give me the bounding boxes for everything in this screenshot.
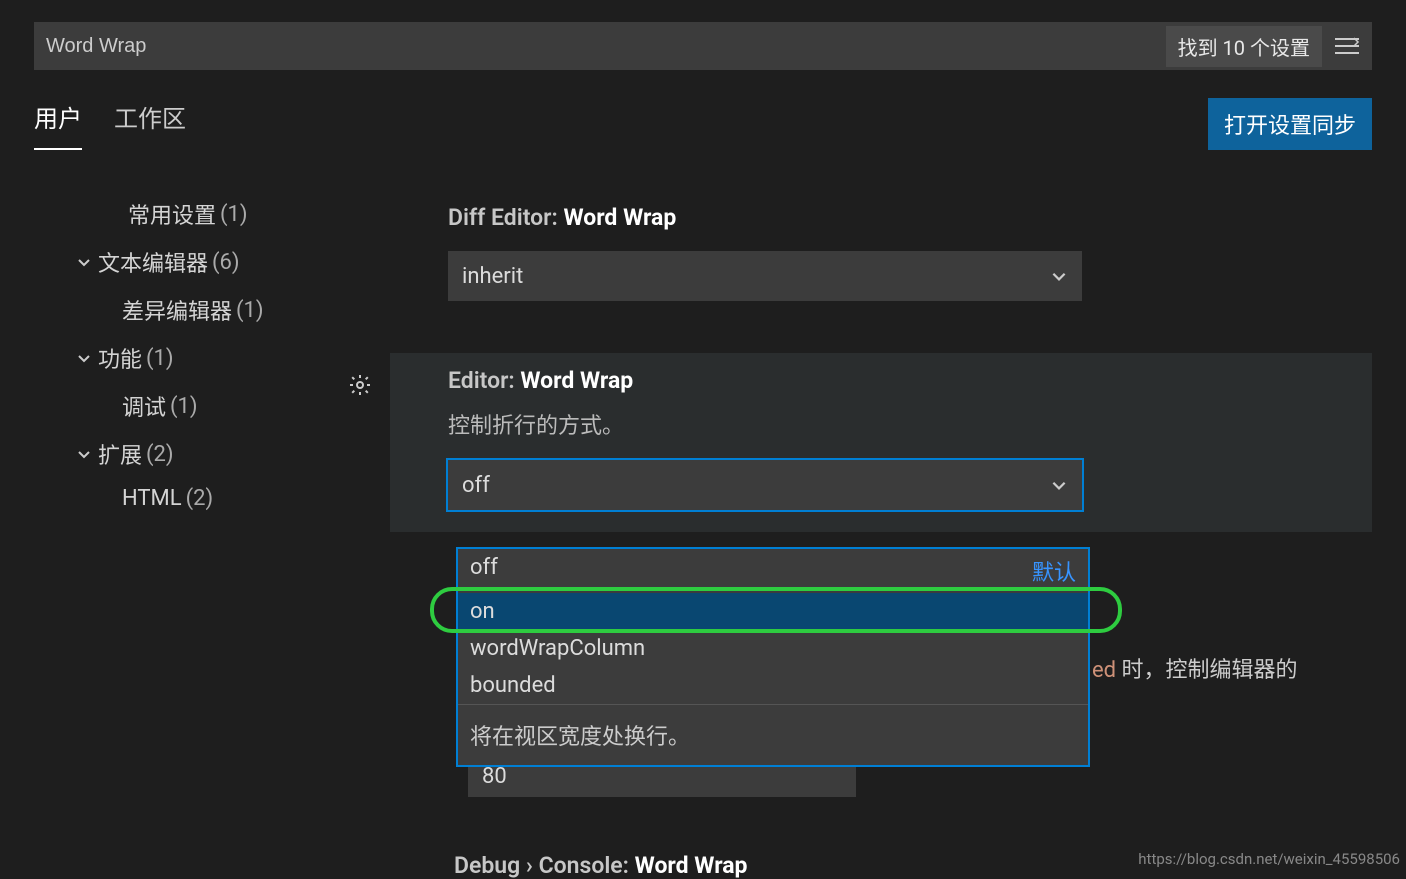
- sidebar-item-count: (1): [146, 346, 174, 371]
- option-label: bounded: [470, 673, 556, 698]
- dropdown-hint: 将在视区宽度处换行。: [458, 704, 1088, 765]
- option-label: wordWrapColumn: [470, 636, 645, 661]
- chevron-down-icon: [70, 254, 98, 270]
- sidebar-item-text-editor[interactable]: 文本编辑器 (6): [70, 238, 390, 286]
- sidebar-item-debug[interactable]: 调试 (1): [70, 382, 390, 430]
- sidebar-item-diff-editor[interactable]: 差异编辑器 (1): [70, 286, 390, 334]
- dropdown-editor-word-wrap: off 默认 on wordWrapColumn bounded 将在视区宽度处…: [456, 547, 1090, 767]
- setting-name: Word Wrap: [635, 852, 748, 879]
- settings-toc-sidebar: 常用设置 (1) 文本编辑器 (6) 差异编辑器 (1) 功能 (1) 调试 (…: [0, 190, 390, 562]
- search-right: 找到 10 个设置: [1166, 26, 1360, 67]
- settings-scope-tabs: 用户 工作区: [34, 99, 186, 150]
- result-count-badge: 找到 10 个设置: [1166, 26, 1322, 67]
- select-diff-editor-word-wrap[interactable]: inherit: [448, 251, 1082, 301]
- sidebar-item-count: (1): [220, 202, 248, 227]
- sidebar-item-label: 文本编辑器: [98, 246, 208, 278]
- sidebar-item-label: 常用设置: [128, 198, 216, 230]
- watermark: https://blog.csdn.net/weixin_45598506: [1138, 850, 1400, 868]
- tab-workspace[interactable]: 工作区: [114, 99, 186, 150]
- setting-title: Diff Editor: Word Wrap: [448, 204, 1372, 231]
- sidebar-item-count: (6): [212, 250, 240, 275]
- sidebar-item-html[interactable]: HTML (2): [70, 478, 390, 519]
- setting-namespace: Debug › Console:: [454, 852, 635, 879]
- option-label: off: [470, 555, 498, 587]
- sidebar-item-label: HTML: [122, 486, 182, 511]
- option-label: on: [470, 599, 495, 624]
- dropdown-option-off[interactable]: off 默认: [458, 549, 1088, 593]
- sidebar-item-count: (1): [170, 394, 198, 419]
- setting-description: 控制折行的方式。: [448, 408, 1372, 440]
- code-fragment: ed: [1092, 658, 1116, 683]
- dropdown-option-wordwrapcolumn[interactable]: wordWrapColumn: [458, 630, 1088, 667]
- dropdown-option-bounded[interactable]: bounded: [458, 667, 1088, 704]
- search-input[interactable]: [46, 35, 1166, 58]
- sidebar-item-count: (2): [186, 486, 214, 511]
- setting-namespace: Editor:: [448, 367, 520, 394]
- sidebar-item-label: 扩展: [98, 438, 142, 470]
- setting-editor-word-wrap: Editor: Word Wrap 控制折行的方式。 off: [390, 353, 1372, 532]
- chevron-down-icon: [70, 446, 98, 462]
- sidebar-item-label: 功能: [98, 342, 142, 374]
- setting-namespace: Diff Editor:: [448, 204, 563, 231]
- partial-description-text: ed 时，控制编辑器的: [1092, 652, 1298, 684]
- default-tag: 默认: [1032, 555, 1076, 587]
- setting-debug-console-word-wrap: Debug › Console: Word Wrap: [454, 852, 748, 879]
- chevron-down-icon: [1050, 267, 1068, 285]
- setting-name: Word Wrap: [563, 204, 676, 231]
- sidebar-item-extensions[interactable]: 扩展 (2): [70, 430, 390, 478]
- open-settings-sync-button[interactable]: 打开设置同步: [1208, 98, 1372, 150]
- filter-icon[interactable]: [1334, 36, 1360, 56]
- dropdown-option-on[interactable]: on: [458, 593, 1088, 630]
- setting-name: Word Wrap: [520, 367, 633, 394]
- text-fragment: 时，控制编辑器的: [1116, 658, 1297, 683]
- sidebar-item-common[interactable]: 常用设置 (1): [70, 190, 390, 238]
- select-value: inherit: [462, 264, 523, 289]
- tabs-row: 用户 工作区 打开设置同步: [34, 98, 1372, 150]
- setting-title: Editor: Word Wrap: [448, 367, 1372, 394]
- gear-icon[interactable]: [348, 373, 372, 397]
- select-editor-word-wrap[interactable]: off: [448, 460, 1082, 510]
- sidebar-item-label: 差异编辑器: [122, 294, 232, 326]
- sidebar-item-count: (2): [146, 442, 174, 467]
- sidebar-item-label: 调试: [122, 390, 166, 422]
- sidebar-item-features[interactable]: 功能 (1): [70, 334, 390, 382]
- tab-user[interactable]: 用户: [34, 99, 82, 150]
- chevron-down-icon: [1050, 476, 1068, 494]
- select-value: off: [462, 473, 490, 498]
- sidebar-item-count: (1): [236, 298, 264, 323]
- setting-diff-editor-word-wrap: Diff Editor: Word Wrap inherit: [390, 190, 1372, 323]
- settings-search-bar: 找到 10 个设置: [34, 22, 1372, 70]
- chevron-down-icon: [70, 350, 98, 366]
- settings-content: 常用设置 (1) 文本编辑器 (6) 差异编辑器 (1) 功能 (1) 调试 (…: [0, 190, 1406, 562]
- settings-main: Diff Editor: Word Wrap inherit Editor: W…: [390, 190, 1406, 562]
